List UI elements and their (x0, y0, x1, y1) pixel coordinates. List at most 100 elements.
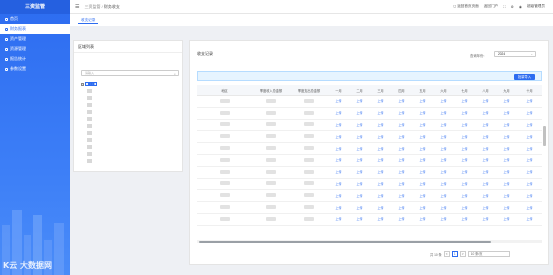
tree-node[interactable] (87, 159, 92, 163)
upload-link[interactable]: 上传 (440, 170, 446, 174)
upload-link[interactable]: 上传 (482, 217, 488, 221)
tree-node[interactable] (87, 103, 92, 107)
user-name[interactable]: 超级管理员 (527, 4, 545, 9)
upload-link[interactable]: 上传 (419, 206, 425, 210)
sidebar-item[interactable]: 资源管理 (0, 44, 70, 54)
upload-link[interactable]: 上传 (461, 158, 467, 162)
upload-link[interactable]: 上传 (461, 194, 467, 198)
upload-link[interactable]: 上传 (503, 206, 509, 210)
upload-link[interactable]: 上传 (356, 182, 362, 186)
upload-link[interactable]: 上传 (398, 206, 404, 210)
sidebar-item[interactable]: 首页 (0, 14, 70, 24)
upload-link[interactable]: 上传 (482, 135, 488, 139)
upload-link[interactable]: 上传 (526, 182, 532, 186)
upload-link[interactable]: 上传 (419, 99, 425, 103)
region-search-input[interactable]: 请输入 ⌕ (81, 70, 179, 76)
upload-link[interactable]: 上传 (526, 135, 532, 139)
upload-link[interactable]: 上传 (503, 170, 509, 174)
tree-node[interactable] (87, 117, 92, 121)
upload-link[interactable]: 上传 (482, 99, 488, 103)
upload-link[interactable]: 上传 (377, 147, 383, 151)
tree-root[interactable]: − ███ (81, 82, 98, 86)
upload-link[interactable]: 上传 (526, 170, 532, 174)
upload-link[interactable]: 上传 (356, 123, 362, 127)
upload-link[interactable]: 上传 (377, 182, 383, 186)
tree-node[interactable] (87, 138, 92, 142)
upload-link[interactable]: 上传 (356, 111, 362, 115)
upload-link[interactable]: 上传 (461, 182, 467, 186)
tree-root-label[interactable]: ███ (85, 82, 98, 86)
tree-node[interactable] (87, 145, 92, 149)
upload-link[interactable]: 上传 (419, 135, 425, 139)
upload-link[interactable]: 上传 (377, 217, 383, 221)
upload-link[interactable]: 上传 (461, 147, 467, 151)
upload-link[interactable]: 上传 (482, 194, 488, 198)
upload-link[interactable]: 上传 (482, 123, 488, 127)
upload-link[interactable]: 上传 (503, 147, 509, 151)
upload-link[interactable]: 上传 (419, 147, 425, 151)
avatar[interactable]: ◉ (519, 5, 522, 9)
scrollbar-thumb[interactable] (199, 240, 491, 243)
upload-link[interactable]: 上传 (503, 217, 509, 221)
tree-toggle-icon[interactable]: − (81, 82, 84, 86)
upload-link[interactable]: 上传 (356, 170, 362, 174)
upload-link[interactable]: 上传 (356, 99, 362, 103)
upload-link[interactable]: 上传 (419, 217, 425, 221)
upload-link[interactable]: 上传 (440, 111, 446, 115)
page-size-select[interactable]: 10 条/页 (467, 251, 510, 257)
upload-link[interactable]: 上传 (377, 99, 383, 103)
upload-link[interactable]: 上传 (377, 123, 383, 127)
sidebar-item[interactable]: 财务报表 (0, 24, 70, 34)
upload-link[interactable]: 上传 (440, 217, 446, 221)
upload-link[interactable]: 上传 (503, 99, 509, 103)
upload-link[interactable]: 上传 (461, 170, 467, 174)
batch-import-button[interactable]: 批量导入 (513, 74, 535, 80)
upload-link[interactable]: 上传 (398, 170, 404, 174)
vertical-scrollbar[interactable] (543, 126, 546, 146)
upload-link[interactable]: 上传 (335, 182, 341, 186)
tree-node[interactable] (87, 131, 92, 135)
page-number[interactable]: 1 (451, 251, 458, 257)
upload-link[interactable]: 上传 (526, 158, 532, 162)
menu-toggle-icon[interactable]: ☰ (75, 4, 79, 10)
upload-link[interactable]: 上传 (440, 135, 446, 139)
upload-link[interactable]: 上传 (335, 206, 341, 210)
upload-link[interactable]: 上传 (526, 206, 532, 210)
upload-link[interactable]: 上传 (526, 99, 532, 103)
upload-link[interactable]: 上传 (398, 111, 404, 115)
sidebar-item[interactable]: 报告统计 (0, 54, 70, 64)
upload-link[interactable]: 上传 (356, 194, 362, 198)
upload-link[interactable]: 上传 (377, 170, 383, 174)
upload-link[interactable]: 上传 (503, 194, 509, 198)
upload-link[interactable]: 上传 (526, 111, 532, 115)
upload-link[interactable]: 上传 (461, 206, 467, 210)
upload-link[interactable]: 上传 (377, 206, 383, 210)
upload-link[interactable]: 上传 (377, 194, 383, 198)
upload-link[interactable]: 上传 (440, 206, 446, 210)
upload-link[interactable]: 上传 (440, 147, 446, 151)
upload-link[interactable]: 上传 (335, 135, 341, 139)
upload-link[interactable]: 上传 (482, 111, 488, 115)
upload-link[interactable]: 上传 (335, 147, 341, 151)
upload-link[interactable]: 上传 (419, 123, 425, 127)
upload-link[interactable]: 上传 (526, 194, 532, 198)
upload-link[interactable]: 上传 (398, 194, 404, 198)
upload-link[interactable]: 上传 (356, 217, 362, 221)
sidebar-item[interactable]: 资产管理 (0, 34, 70, 44)
tree-node[interactable] (87, 96, 92, 100)
horizontal-scrollbar[interactable] (197, 240, 542, 243)
upload-link[interactable]: 上传 (440, 123, 446, 127)
upload-link[interactable]: 上传 (335, 123, 341, 127)
upload-link[interactable]: 上传 (419, 182, 425, 186)
upload-link[interactable]: 上传 (503, 135, 509, 139)
upload-link[interactable]: 上传 (503, 182, 509, 186)
upload-link[interactable]: 上传 (503, 111, 509, 115)
upload-link[interactable]: 上传 (356, 147, 362, 151)
upload-link[interactable]: 上传 (398, 158, 404, 162)
upload-link[interactable]: 上传 (398, 135, 404, 139)
upload-link[interactable]: 上传 (440, 182, 446, 186)
upload-link[interactable]: 上传 (526, 217, 532, 221)
upload-link[interactable]: 上传 (398, 182, 404, 186)
upload-link[interactable]: 上传 (482, 147, 488, 151)
upload-link[interactable]: 上传 (526, 123, 532, 127)
